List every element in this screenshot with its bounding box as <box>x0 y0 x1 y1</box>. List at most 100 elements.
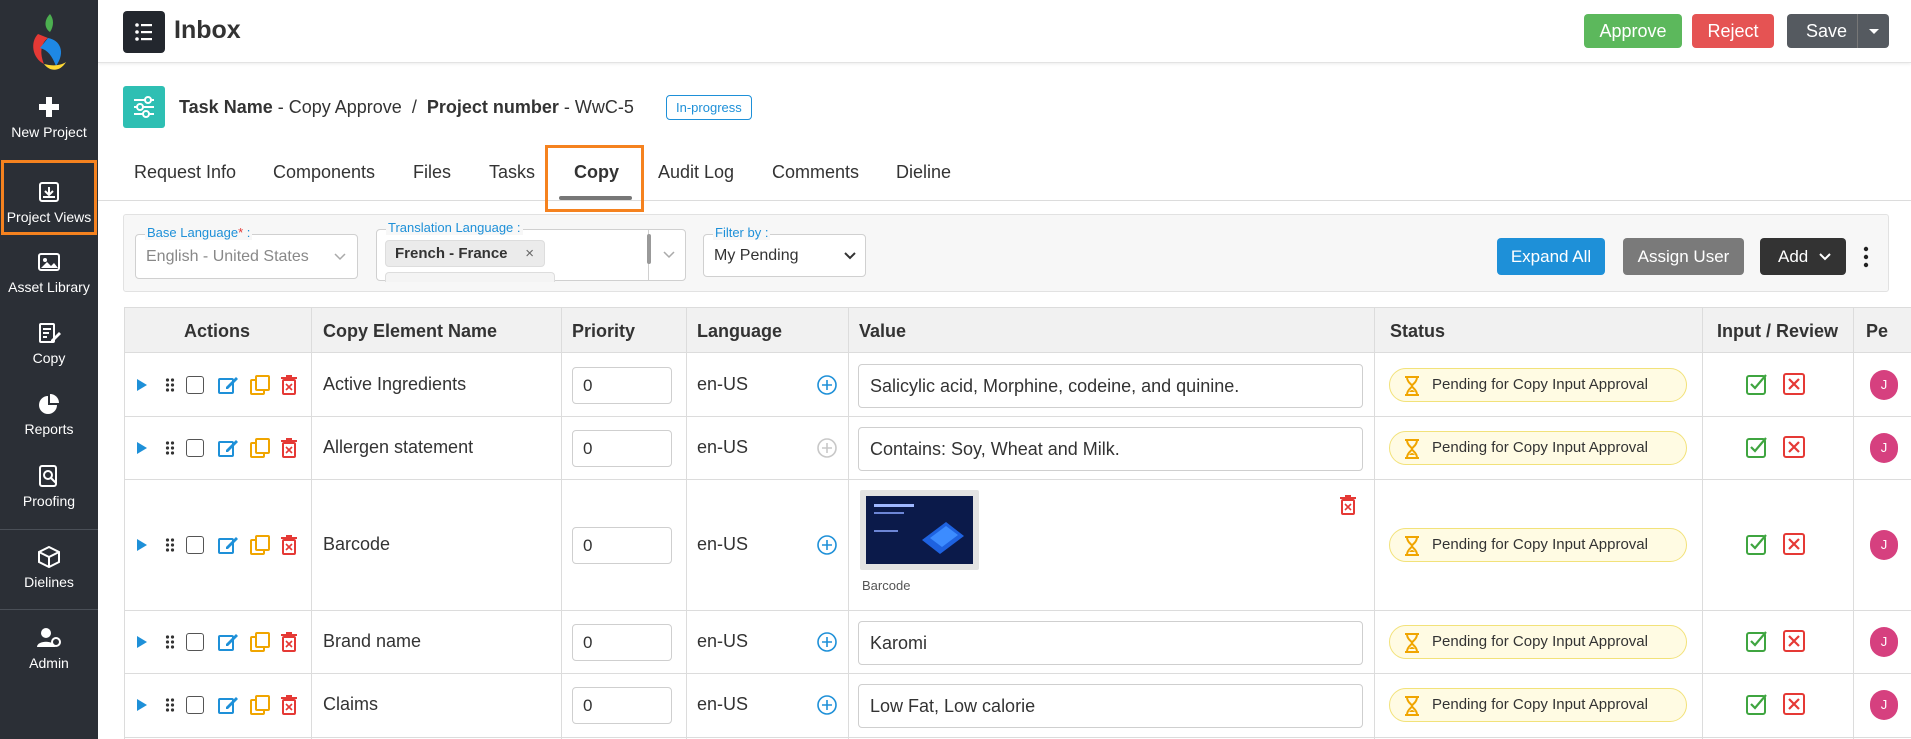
duplicate-icon[interactable] <box>250 375 270 395</box>
drag-handle-icon[interactable] <box>165 377 175 393</box>
edit-icon[interactable] <box>218 438 240 458</box>
tab-comments[interactable]: Comments <box>772 162 859 183</box>
tab-dieline[interactable]: Dieline <box>896 162 951 183</box>
delete-icon[interactable] <box>281 438 297 458</box>
edit-icon[interactable] <box>218 632 240 652</box>
duplicate-icon[interactable] <box>250 535 270 555</box>
drag-handle-icon[interactable] <box>165 697 175 713</box>
duplicate-icon[interactable] <box>250 695 270 715</box>
add-translation-icon[interactable] <box>817 695 837 715</box>
tab-request-info[interactable]: Request Info <box>134 162 236 183</box>
expand-row-icon[interactable] <box>136 378 148 392</box>
tab-tasks[interactable]: Tasks <box>489 162 535 183</box>
drag-handle-icon[interactable] <box>165 440 175 456</box>
add-translation-icon[interactable] <box>817 375 837 395</box>
save-dropdown-toggle[interactable] <box>1857 14 1889 48</box>
sidebar-item-copy[interactable]: Copy <box>0 322 98 366</box>
reject-x-icon[interactable] <box>1783 630 1805 652</box>
save-button[interactable]: Save <box>1787 14 1889 48</box>
column-header-language[interactable]: Language <box>697 321 782 342</box>
avatar[interactable]: J <box>1870 530 1898 560</box>
add-translation-icon[interactable] <box>817 438 837 458</box>
tab-components[interactable]: Components <box>273 162 375 183</box>
duplicate-icon[interactable] <box>250 438 270 458</box>
reject-x-icon[interactable] <box>1783 533 1805 555</box>
row-checkbox[interactable] <box>186 536 204 554</box>
sidebar-item-project-views[interactable]: Project Views <box>1 160 97 235</box>
app-logo-icon[interactable] <box>26 10 72 76</box>
hourglass-icon <box>1405 696 1419 716</box>
scrollbar-thumb[interactable] <box>647 234 651 264</box>
avatar[interactable]: J <box>1870 627 1898 657</box>
task-separator: / <box>411 97 417 117</box>
expand-row-icon[interactable] <box>136 441 148 455</box>
sidebar-item-admin[interactable]: Admin <box>0 627 98 671</box>
close-icon[interactable]: × <box>525 241 534 266</box>
approve-check-icon[interactable] <box>1746 630 1768 652</box>
task-info: Task Name - Copy Approve / Project numbe… <box>179 97 634 117</box>
delete-icon[interactable] <box>281 375 297 395</box>
menu-toggle-button[interactable] <box>123 11 165 53</box>
copy-value-input[interactable]: Salicylic acid, Morphine, codeine, and q… <box>858 364 1363 408</box>
column-header-priority[interactable]: Priority <box>572 321 635 342</box>
delete-icon[interactable] <box>281 632 297 652</box>
approve-check-icon[interactable] <box>1746 373 1768 395</box>
row-checkbox[interactable] <box>186 696 204 714</box>
reject-x-icon[interactable] <box>1783 373 1805 395</box>
expand-row-icon[interactable] <box>136 538 148 552</box>
sidebar-item-proofing[interactable]: Proofing <box>0 465 98 509</box>
priority-input[interactable]: 0 <box>572 430 672 467</box>
avatar[interactable]: J <box>1870 433 1898 463</box>
edit-icon[interactable] <box>218 535 240 555</box>
copy-value-input[interactable]: Contains: Soy, Wheat and Milk. <box>858 427 1363 471</box>
approve-check-icon[interactable] <box>1746 693 1768 715</box>
row-checkbox[interactable] <box>186 439 204 457</box>
copy-value-input[interactable]: Karomi <box>858 621 1363 665</box>
sidebar-item-label: Project Views <box>6 209 92 225</box>
more-vertical-icon[interactable] <box>1862 246 1870 268</box>
delete-icon[interactable] <box>281 535 297 555</box>
duplicate-icon[interactable] <box>250 632 270 652</box>
base-language-select[interactable]: English - United States <box>135 234 358 279</box>
reject-button[interactable]: Reject <box>1692 14 1774 48</box>
priority-input[interactable]: 0 <box>572 624 672 661</box>
column-header-value[interactable]: Value <box>859 321 906 342</box>
tab-audit-log[interactable]: Audit Log <box>658 162 734 183</box>
tab-files[interactable]: Files <box>413 162 451 183</box>
priority-input[interactable]: 0 <box>572 687 672 724</box>
avatar[interactable]: J <box>1870 370 1898 400</box>
drag-handle-icon[interactable] <box>165 537 175 553</box>
column-header-status[interactable]: Status <box>1390 321 1445 342</box>
reject-x-icon[interactable] <box>1783 693 1805 715</box>
add-button[interactable]: Add <box>1760 238 1846 275</box>
drag-handle-icon[interactable] <box>165 634 175 650</box>
approve-button[interactable]: Approve <box>1584 14 1682 48</box>
sidebar-item-dielines[interactable]: Dielines <box>0 546 98 590</box>
delete-image-icon[interactable] <box>1340 495 1356 515</box>
barcode-thumbnail[interactable] <box>860 490 979 570</box>
priority-input[interactable]: 0 <box>572 527 672 564</box>
add-translation-icon[interactable] <box>817 632 837 652</box>
delete-icon[interactable] <box>281 695 297 715</box>
barcode-image-icon <box>866 496 973 564</box>
column-header-copy-element-name[interactable]: Copy Element Name <box>323 321 497 342</box>
reject-x-icon[interactable] <box>1783 436 1805 458</box>
edit-icon[interactable] <box>218 375 240 395</box>
sidebar-item-new-project[interactable]: New Project <box>0 96 98 140</box>
filter-by-select[interactable]: My Pending <box>703 234 866 277</box>
priority-input[interactable]: 0 <box>572 367 672 404</box>
edit-icon[interactable] <box>218 695 240 715</box>
approve-check-icon[interactable] <box>1746 533 1768 555</box>
assign-user-button[interactable]: Assign User <box>1623 238 1744 275</box>
expand-all-button[interactable]: Expand All <box>1497 238 1605 275</box>
copy-value-input[interactable]: Low Fat, Low calorie <box>858 684 1363 728</box>
expand-row-icon[interactable] <box>136 698 148 712</box>
row-checkbox[interactable] <box>186 376 204 394</box>
sidebar-item-asset-library[interactable]: Asset Library <box>0 251 98 295</box>
avatar[interactable]: J <box>1870 690 1898 720</box>
approve-check-icon[interactable] <box>1746 436 1768 458</box>
sidebar-item-reports[interactable]: Reports <box>0 393 98 437</box>
expand-row-icon[interactable] <box>136 635 148 649</box>
add-translation-icon[interactable] <box>817 535 837 555</box>
row-checkbox[interactable] <box>186 633 204 651</box>
